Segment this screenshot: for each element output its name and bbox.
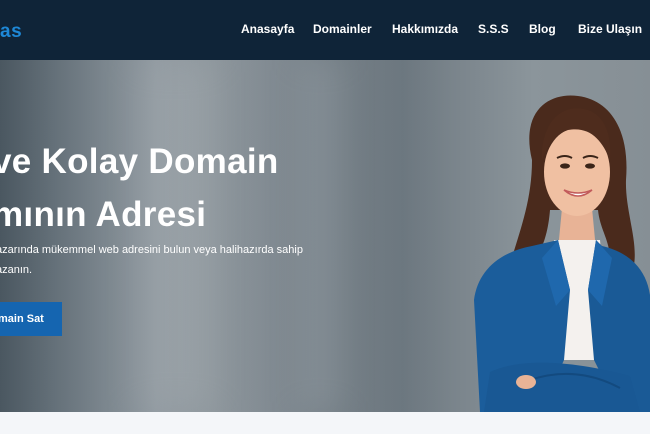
- nav-item-bize-ulasin[interactable]: Bize Ulaşın: [578, 22, 642, 36]
- hero-headline-line2: mının Adresi: [0, 195, 207, 234]
- nav-item-sss[interactable]: S.S.S: [478, 22, 509, 36]
- nav-item-hakkimizda[interactable]: Hakkımızda: [392, 22, 458, 36]
- bottom-band: [0, 412, 650, 434]
- top-navbar: as Anasayfa Domainler Hakkımızda S.S.S B…: [0, 0, 650, 60]
- hero-subtext-line1: azarında mükemmel web adresini bulun vey…: [0, 244, 303, 256]
- sell-domain-button[interactable]: main Sat: [0, 302, 62, 336]
- hero-woman-image: [474, 95, 650, 412]
- nav-item-anasayfa[interactable]: Anasayfa: [241, 22, 294, 36]
- hero-headline-line1: ve Kolay Domain: [0, 142, 279, 181]
- page: as Anasayfa Domainler Hakkımızda S.S.S B…: [0, 0, 650, 434]
- nav-item-blog[interactable]: Blog: [529, 22, 556, 36]
- hero-subtext-line2: azanın.: [0, 264, 33, 276]
- nav-item-domainler[interactable]: Domainler: [313, 22, 372, 36]
- site-logo[interactable]: as: [0, 21, 22, 43]
